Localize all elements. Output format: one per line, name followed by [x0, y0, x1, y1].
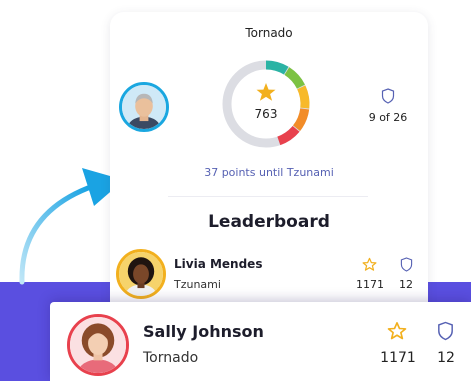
progress-gauge: 763 [220, 58, 312, 150]
gauge-segment [297, 85, 310, 109]
star-icon [362, 257, 377, 271]
user-avatar [116, 249, 166, 299]
leaderboard-row[interactable]: Livia Mendes Tzunami 1171 12 [110, 244, 428, 304]
shield-icon [438, 321, 453, 341]
leaderboard-tier: Tzunami [174, 278, 221, 291]
leaderboard-name: Livia Mendes [174, 257, 263, 271]
gauge-segment [265, 60, 289, 75]
divider [168, 196, 368, 197]
tier-name: Tornado [245, 26, 293, 40]
leaderboard-points: 1171 [356, 278, 384, 291]
star-icon [256, 83, 276, 101]
status-card: Tornado 763 9 of 26 37 points until Tzun… [110, 12, 428, 332]
current-user-name: Sally Johnson [143, 322, 264, 341]
user-avatar [67, 314, 129, 376]
current-user-row[interactable]: Sally Johnson Tornado 1171 12 [50, 302, 471, 381]
gauge-ring [222, 60, 310, 148]
current-user-tier: Tornado [143, 350, 199, 366]
points-until-next-tier: 37 points until Tzunami [204, 166, 334, 179]
user-avatar[interactable] [119, 82, 169, 132]
leaderboard-badges: 12 [399, 278, 413, 291]
score-value: 763 [254, 107, 278, 121]
gauge-segment [284, 67, 305, 89]
leaderboard-title: Leaderboard [208, 212, 330, 232]
rank-text: 9 of 26 [368, 111, 408, 124]
shield-icon [381, 88, 395, 104]
star-icon [387, 322, 407, 340]
shield-icon [400, 257, 413, 272]
gauge-segment [277, 125, 300, 146]
current-user-points: 1171 [380, 350, 416, 366]
current-user-badges: 12 [437, 350, 455, 366]
rank-block: 9 of 26 [356, 88, 420, 124]
